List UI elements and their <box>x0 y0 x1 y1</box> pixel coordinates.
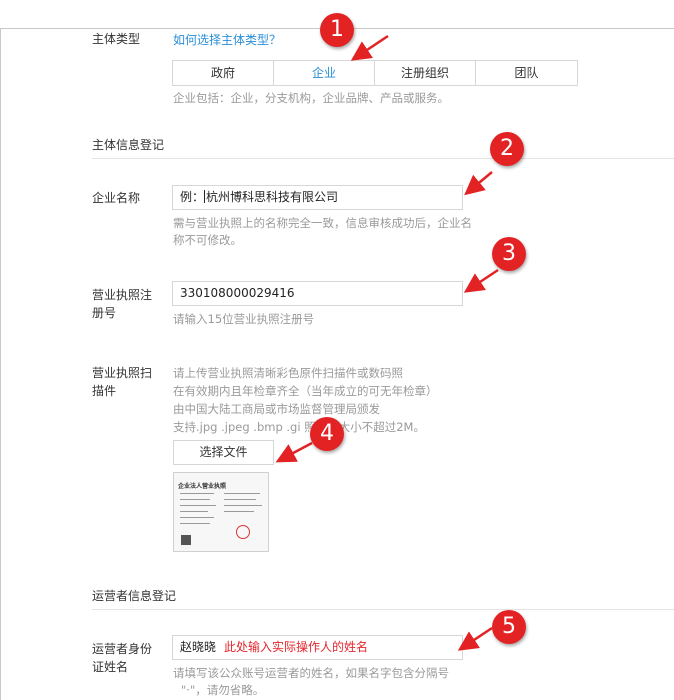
arrow-1 <box>350 34 389 61</box>
step-badge-5: 5 <box>492 610 526 644</box>
arrow-2 <box>464 171 493 196</box>
step-badge-4: 4 <box>310 417 344 451</box>
arrow-4 <box>275 441 313 463</box>
step-badge-2: 2 <box>490 132 524 166</box>
step-badge-1: 1 <box>320 13 354 47</box>
annotation-arrows <box>275 34 499 651</box>
step-badge-3: 3 <box>492 237 526 271</box>
arrow-5 <box>457 626 493 651</box>
registration-form-page: 主体类型 如何选择主体类型？ 政府 企业 注册组织 团队 企业包括：企业，分支机… <box>0 0 674 700</box>
arrow-3 <box>463 268 499 293</box>
